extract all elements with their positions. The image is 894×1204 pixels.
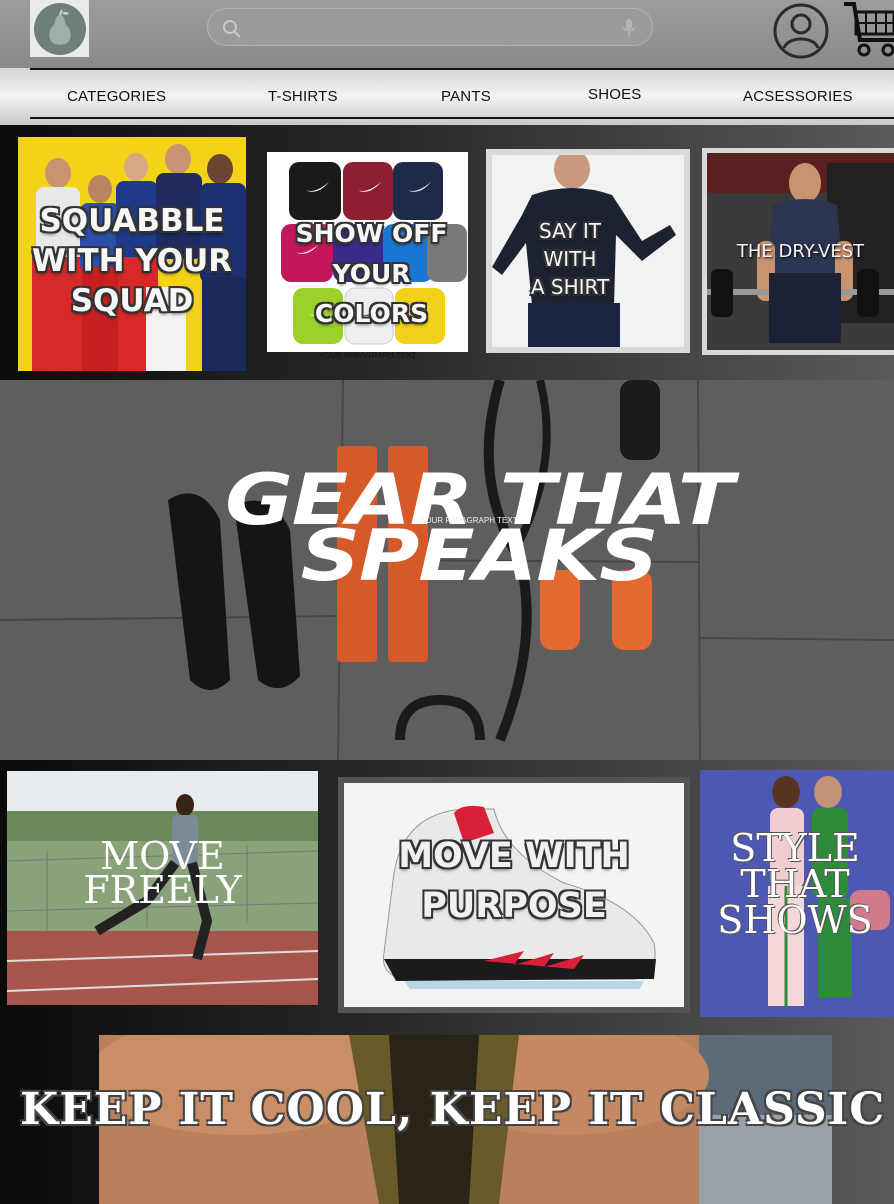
feature-shows-line1: STYLE (730, 826, 860, 870)
promo-shirt-line2: WITH (543, 247, 597, 271)
account-icon[interactable] (772, 2, 830, 65)
nav-item-accessories[interactable]: ACSESSORIES (743, 88, 853, 105)
feature-purpose-line1: MOVE WITH (398, 836, 630, 876)
shopping-cart-icon[interactable] (842, 0, 894, 65)
banner-title: KEEP IT COOL, KEEP IT CLASSIC (20, 1084, 886, 1135)
promo-colors-line1: SHOW OFF (295, 219, 448, 248)
search-bar[interactable] (207, 8, 653, 46)
hero-caption: YOUR PARAGRAPH TEXT (420, 516, 518, 525)
promo-squad-line1: SQUABBLE (39, 203, 225, 239)
feature-tile-style-shows[interactable]: STYLE THAT SHOWS (700, 770, 894, 1017)
nav-divider-bottom (30, 117, 894, 119)
promo-shirt-line3: A SHIRT (530, 275, 610, 299)
hero-banner[interactable]: GEAR THAT SPEAKS YOUR PARAGRAPH TEXT (0, 380, 894, 760)
promo-tile-squad[interactable]: SQUABBLE WITH YOUR SQUAD (18, 137, 246, 371)
feature-purpose-line2: PURPOSE (421, 886, 607, 926)
nav-item-shoes[interactable]: SHOES (588, 86, 642, 103)
feature-freely-line2: FREELY (83, 868, 242, 912)
promo-squad-line2: WITH YOUR (31, 243, 233, 279)
pear-logo-icon (33, 2, 86, 55)
category-nav: CATEGORIES T-SHIRTS PANTS SHOES ACSESSOR… (0, 68, 894, 125)
promo-tile-colors[interactable]: SHOW OFF YOUR COLORS (267, 152, 468, 352)
feature-shows-line3: SHOWS (717, 898, 873, 942)
feature-shows-line2: THAT (740, 862, 850, 906)
feature-tile-move-freely[interactable]: MOVE FREELY (7, 771, 318, 1005)
feature-tile-move-purpose[interactable]: MOVE WITH PURPOSE (338, 777, 690, 1013)
logo[interactable] (30, 0, 89, 57)
search-icon[interactable] (222, 19, 242, 44)
nav-divider-top (30, 68, 894, 70)
header-bar (0, 0, 894, 68)
promo-shirt-line1: SAY IT (539, 219, 601, 243)
promo-squad-line3: SQUAD (70, 283, 194, 319)
promo-dryvest-title: THE DRY-VEST (736, 241, 865, 262)
promo-colors-caption: YOUR PARAGRAPH TEXT (318, 351, 417, 360)
hero-title: GEAR THAT SPEAKS (0, 465, 894, 597)
nav-item-tshirts[interactable]: T-SHIRTS (268, 88, 338, 105)
microphone-icon[interactable] (622, 18, 636, 43)
hero-title-line2: SPEAKS (300, 515, 659, 597)
promo-tile-shirt[interactable]: SAY IT WITH A SHIRT (486, 149, 690, 353)
nav-item-categories[interactable]: CATEGORIES (67, 88, 166, 105)
promo-colors-line2: YOUR COLORS (314, 259, 429, 328)
promo-tile-dryvest[interactable]: THE DRY-VEST (702, 148, 894, 355)
nav-item-pants[interactable]: PANTS (441, 88, 491, 105)
search-input[interactable] (248, 15, 612, 41)
